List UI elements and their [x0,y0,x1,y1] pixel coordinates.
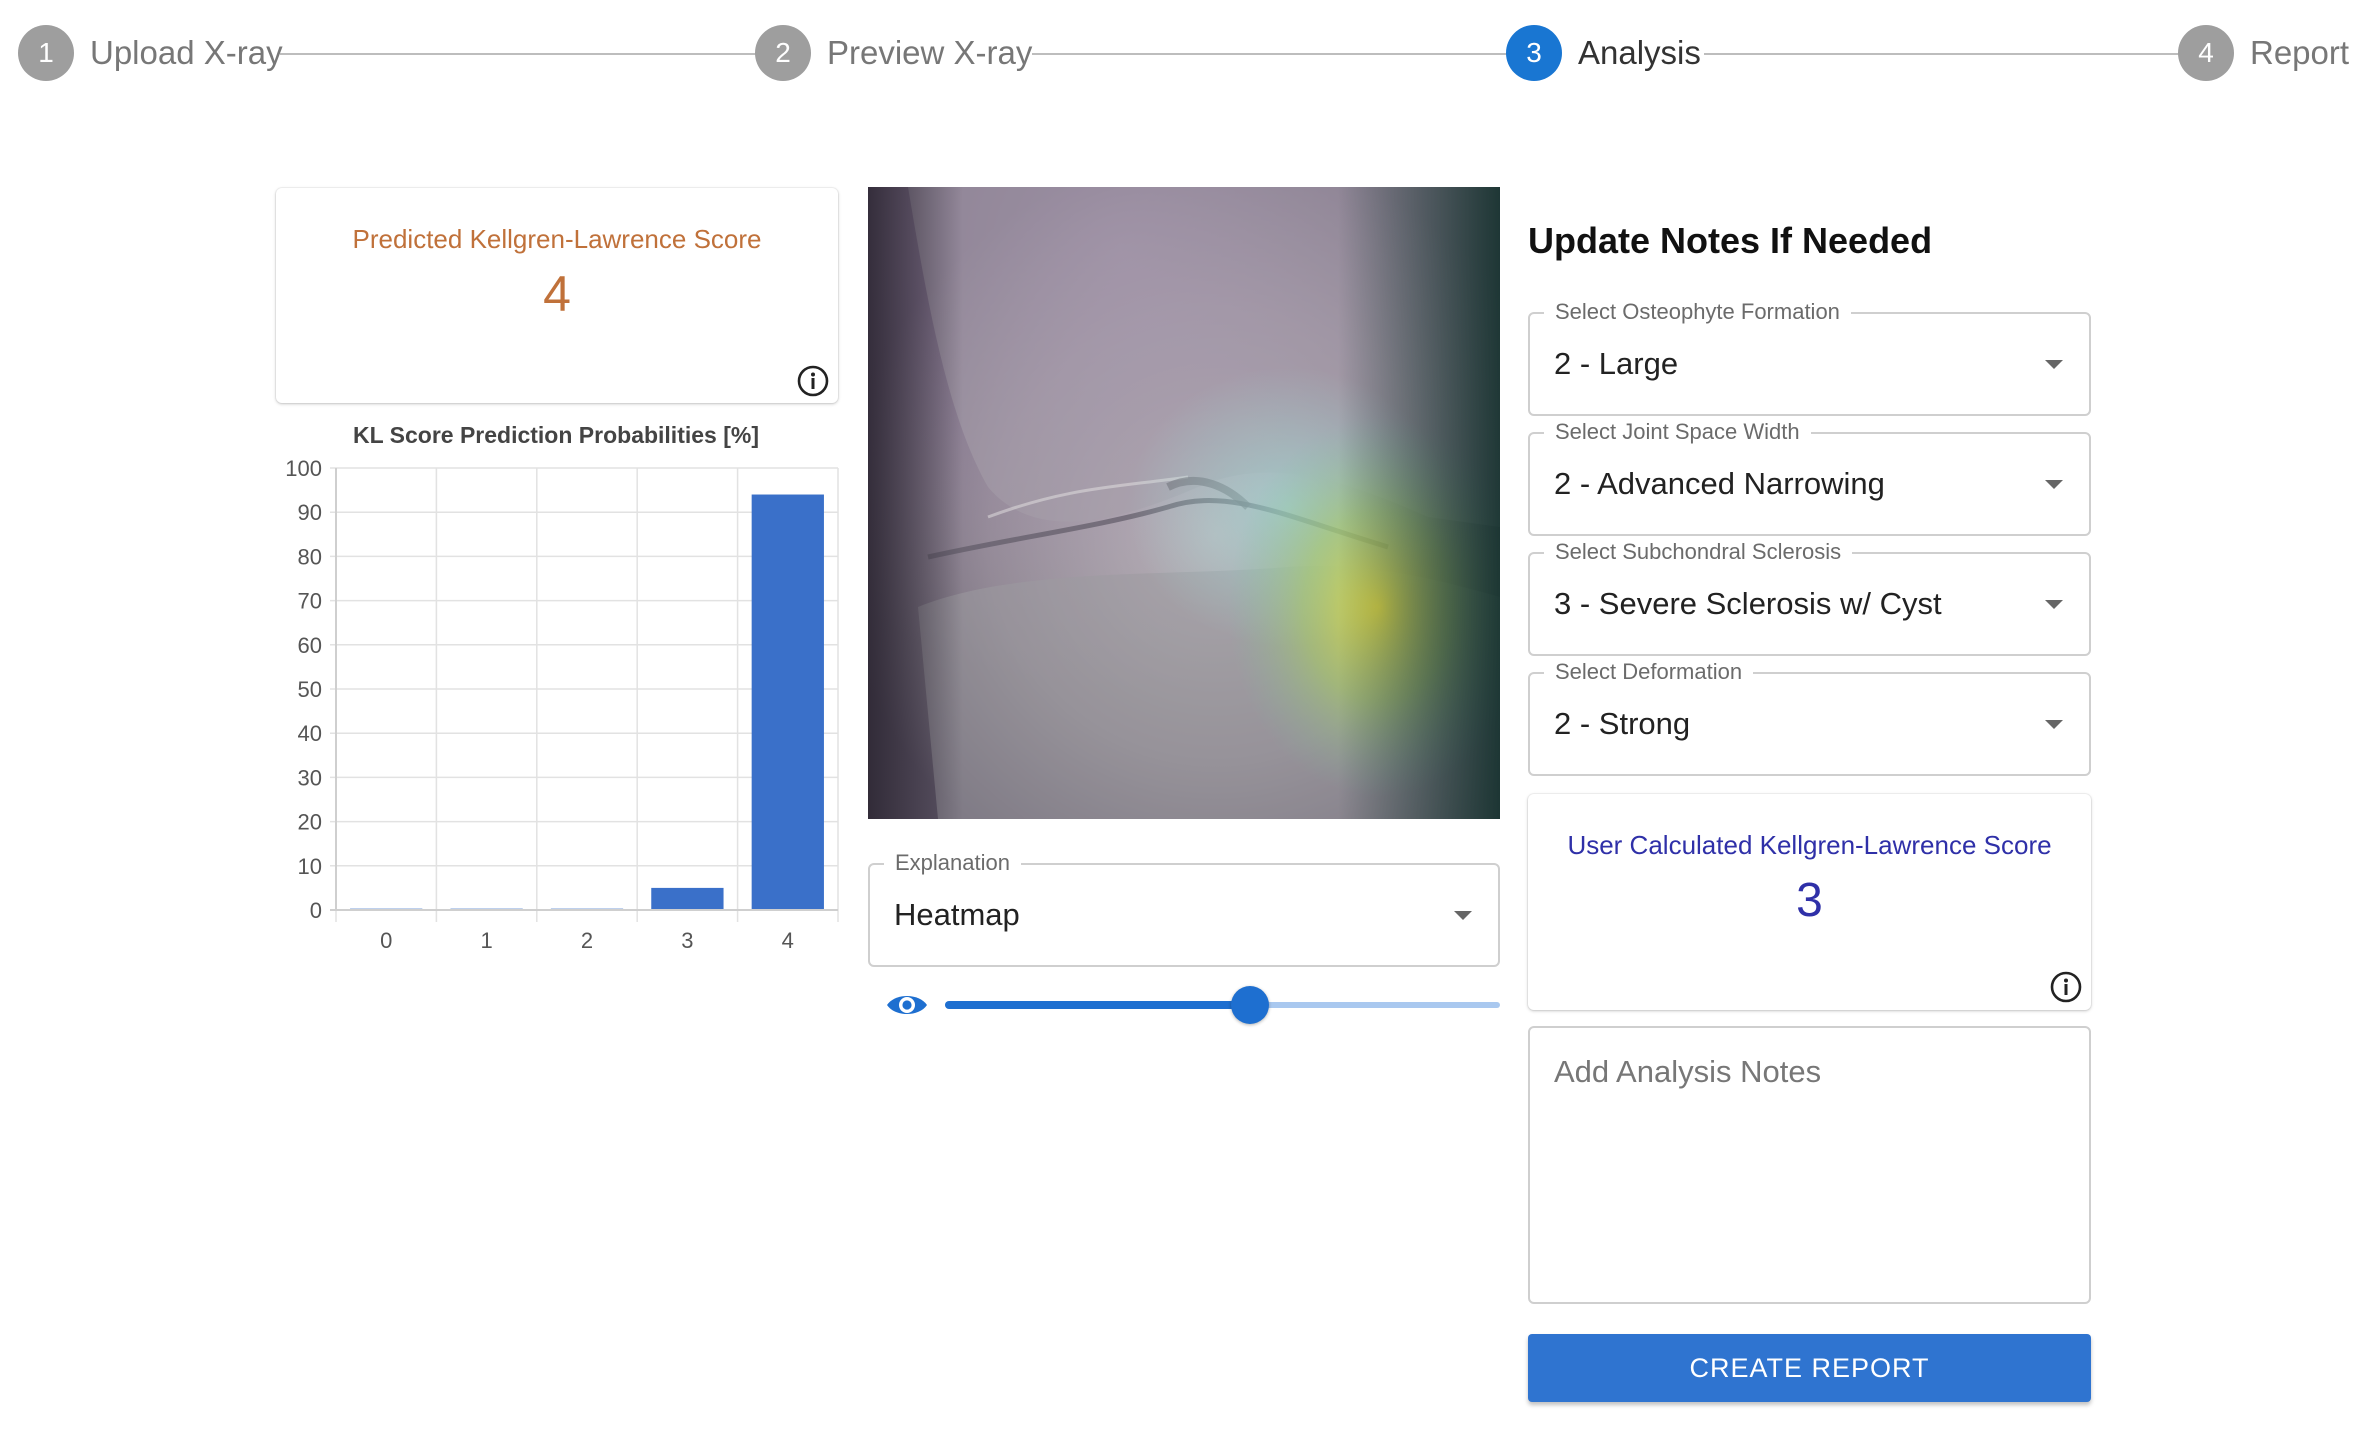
step-number: 2 [755,25,811,81]
heatmap-opacity-slider[interactable] [945,986,1500,1024]
y-tick-label: 50 [298,677,322,702]
bar-kl-4 [751,494,824,910]
step-number: 4 [2178,25,2234,81]
bar-kl-3 [651,887,724,910]
y-tick-label: 0 [310,898,322,923]
y-tick-label: 20 [298,810,322,835]
sclerosis-value: 3 - Severe Sclerosis w/ Cyst [1554,586,1942,621]
dropdown-arrow-icon [2045,600,2063,609]
explanation-value: Heatmap [894,897,1020,932]
sclerosis-legend: Select Subchondral Sclerosis [1544,538,1853,566]
joint-space-value: 2 - Advanced Narrowing [1554,466,1885,501]
y-tick-label: 40 [298,721,322,746]
x-tick-label: 3 [681,928,693,953]
info-icon[interactable] [796,364,830,398]
step-number: 1 [18,25,74,81]
dropdown-arrow-icon [1454,911,1472,920]
user-score-value: 3 [1796,874,1823,927]
step-connector [1704,53,2184,55]
xray-image-with-heatmap [868,187,1500,819]
explanation-legend: Explanation [884,849,1021,877]
step-label: Analysis [1578,34,1701,71]
joint-space-width-select[interactable]: Select Joint Space Width 2 - Advanced Na… [1528,418,2091,536]
y-tick-label: 10 [298,854,322,879]
analysis-notes-input[interactable] [1528,1026,2091,1304]
slider-thumb[interactable] [1231,986,1269,1024]
step-analysis[interactable]: 3 Analysis [1506,22,1701,84]
y-tick-label: 30 [298,765,322,790]
step-connector [280,53,760,55]
user-score-card: User Calculated Kellgren-Lawrence Score … [1528,794,2091,1010]
y-tick-label: 100 [285,456,322,481]
predicted-score-card: Predicted Kellgren-Lawrence Score 4 [276,188,838,403]
x-tick-label: 0 [380,928,392,953]
eye-icon[interactable] [885,990,929,1020]
explanation-select[interactable]: Explanation Heatmap [868,849,1500,967]
predicted-score-title: Predicted Kellgren-Lawrence Score [352,224,762,254]
subchondral-sclerosis-select[interactable]: Select Subchondral Sclerosis 3 - Severe … [1528,538,2091,656]
user-score-title: User Calculated Kellgren-Lawrence Score [1567,830,2052,860]
deformation-legend: Select Deformation [1544,658,1754,686]
y-tick-label: 90 [298,500,322,525]
kl-probability-chart: KL Score Prediction Probabilities [%] 01… [270,416,850,976]
x-tick-label: 2 [581,928,593,953]
create-report-button[interactable]: CREATE REPORT [1528,1334,2091,1402]
osteophyte-legend: Select Osteophyte Formation [1544,298,1851,326]
step-connector [1032,53,1510,55]
x-tick-label: 1 [480,928,492,953]
step-label: Upload X-ray [90,34,283,71]
slider-track [945,1001,1250,1009]
xray-knee-image [868,187,1500,819]
y-tick-label: 60 [298,633,322,658]
y-tick-label: 70 [298,589,322,614]
deformation-value: 2 - Strong [1554,706,1691,741]
joint-space-legend: Select Joint Space Width [1544,418,1811,446]
dropdown-arrow-icon [2045,480,2063,489]
step-report[interactable]: 4 Report [2178,22,2349,84]
predicted-score-value: 4 [543,266,571,322]
y-tick-label: 80 [298,544,322,569]
dropdown-arrow-icon [2045,720,2063,729]
step-number: 3 [1506,25,1562,81]
step-upload-xray[interactable]: 1 Upload X-ray [18,22,283,84]
step-preview-xray[interactable]: 2 Preview X-ray [755,22,1032,84]
stepper: 1 Upload X-ray 2 Preview X-ray 3 Analysi… [18,22,2349,84]
osteophyte-value: 2 - Large [1554,346,1679,381]
step-label: Report [2250,34,2350,71]
deformation-select[interactable]: Select Deformation 2 - Strong [1528,658,2091,776]
x-tick-label: 4 [782,928,794,953]
osteophyte-formation-select[interactable]: Select Osteophyte Formation 2 - Large [1528,298,2091,416]
info-icon[interactable] [2049,970,2083,1004]
step-label: Preview X-ray [827,34,1033,71]
chart-svg: 0 10 20 30 40 50 60 70 80 90 100 0 1 2 3 4 [285,456,839,953]
dropdown-arrow-icon [2045,360,2063,369]
update-notes-heading: Update Notes If Needed [1528,220,1933,261]
